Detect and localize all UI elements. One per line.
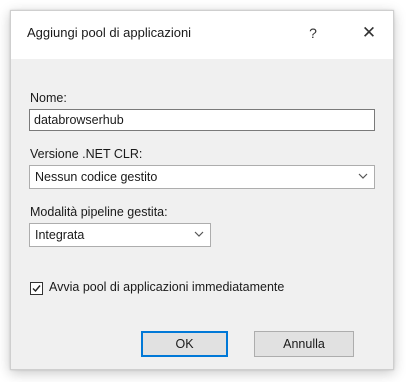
- chevron-down-icon: [194, 227, 204, 244]
- dialog-content: Nome: databrowserhub Versione .NET CLR: …: [11, 59, 393, 369]
- clr-version-select[interactable]: Nessun codice gestito: [29, 165, 375, 189]
- cancel-button[interactable]: Annulla: [254, 331, 354, 357]
- pipeline-mode-label: Modalità pipeline gestita:: [30, 205, 168, 219]
- pipeline-mode-value: Integrata: [35, 228, 85, 242]
- help-button[interactable]: ?: [301, 21, 325, 45]
- start-immediately-label[interactable]: Avvia pool di applicazioni immediatament…: [49, 280, 284, 294]
- chevron-down-icon: [358, 169, 368, 186]
- add-app-pool-dialog: Aggiungi pool di applicazioni ? ✕ Nome: …: [10, 10, 394, 370]
- ok-button[interactable]: OK: [141, 331, 228, 357]
- checkmark-icon: [32, 285, 41, 293]
- name-input[interactable]: databrowserhub: [29, 109, 375, 131]
- dialog-title: Aggiungi pool di applicazioni: [27, 25, 192, 40]
- dialog-titlebar: Aggiungi pool di applicazioni ? ✕: [11, 11, 393, 59]
- name-label: Nome:: [30, 91, 67, 105]
- pipeline-mode-select[interactable]: Integrata: [29, 223, 211, 247]
- clr-version-value: Nessun codice gestito: [35, 170, 158, 184]
- close-button[interactable]: ✕: [357, 21, 381, 45]
- start-immediately-checkbox[interactable]: [30, 282, 43, 295]
- clr-version-label: Versione .NET CLR:: [30, 147, 143, 161]
